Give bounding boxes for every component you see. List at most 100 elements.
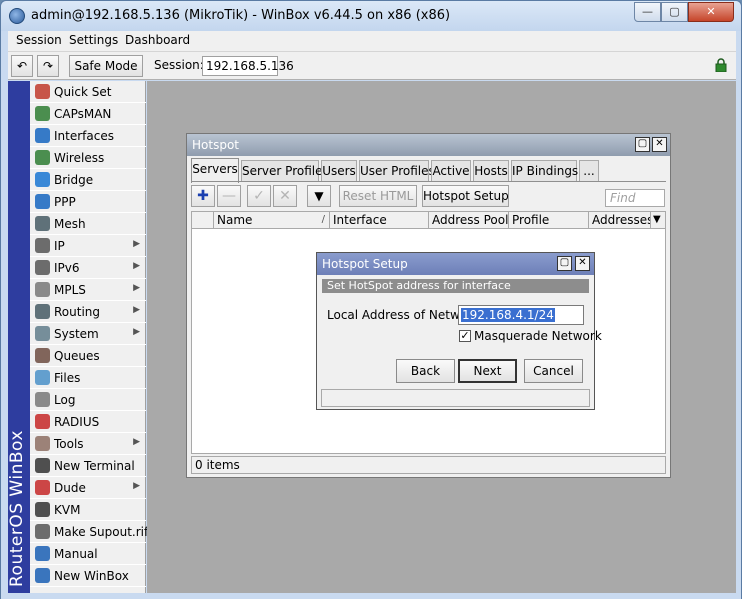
- help-icon: [35, 546, 50, 561]
- sidebar-item-capsman[interactable]: CAPsMAN: [30, 103, 146, 125]
- tab-users[interactable]: Users: [321, 160, 357, 182]
- tab-servers[interactable]: Servers: [191, 158, 239, 183]
- submenu-arrow-icon: ▶: [133, 481, 140, 491]
- menu-settings[interactable]: Settings: [69, 33, 118, 47]
- sidebar-item-label: PPP: [54, 194, 76, 209]
- setup-title-bar[interactable]: Hotspot Setup ▢ ✕: [317, 253, 594, 275]
- tools-icon: [35, 436, 50, 451]
- column-name[interactable]: Name /: [213, 212, 329, 229]
- dude-icon: [35, 480, 50, 495]
- table-header: Name / Interface Address Pool Profile Ad…: [192, 212, 665, 229]
- hotspot-close-button[interactable]: ✕: [652, 137, 667, 152]
- masquerade-checkbox[interactable]: ✓: [459, 330, 471, 342]
- column-profile[interactable]: Profile: [508, 212, 588, 229]
- sidebar-item-label: CAPsMAN: [54, 106, 112, 121]
- undo-button[interactable]: ↶: [11, 55, 33, 77]
- sidebar-item-quick-set[interactable]: Quick Set: [30, 81, 146, 103]
- column-address-pool[interactable]: Address Pool: [428, 212, 508, 229]
- menu-session[interactable]: Session: [16, 33, 62, 47]
- column-select[interactable]: [192, 212, 213, 229]
- hotspot-restore-button[interactable]: ▢: [635, 137, 650, 152]
- terminal-icon: [35, 458, 50, 473]
- safe-mode-button[interactable]: Safe Mode: [69, 55, 143, 77]
- sidebar-item-ip[interactable]: IP ▶: [30, 235, 146, 257]
- submenu-arrow-icon: ▶: [133, 327, 140, 337]
- sidebar-item-wireless[interactable]: Wireless: [30, 147, 146, 169]
- gear-icon: [35, 326, 50, 341]
- enable-icon[interactable]: ✓: [247, 185, 271, 207]
- main-toolbar: ↶ ↷ Safe Mode Session: 192.168.5.136: [8, 52, 736, 80]
- maximize-button[interactable]: ▢: [661, 2, 688, 22]
- minimize-button[interactable]: —: [634, 2, 661, 22]
- sidebar-item-tools[interactable]: Tools ▶: [30, 433, 146, 455]
- sidebar-item-interfaces[interactable]: Interfaces: [30, 125, 146, 147]
- local-address-input[interactable]: 192.168.4.1/24: [458, 305, 584, 325]
- sidebar-item-new-winbox[interactable]: New WinBox: [30, 565, 146, 587]
- sidebar-item-radius[interactable]: RADIUS: [30, 411, 146, 433]
- sidebar-item-kvm[interactable]: KVM: [30, 499, 146, 521]
- setup-restore-button[interactable]: ▢: [557, 256, 572, 271]
- menu-bar: Session Settings Dashboard: [8, 31, 736, 52]
- column-name-label: Name: [217, 213, 253, 227]
- sidebar-item-label: MPLS: [54, 282, 86, 297]
- tab-separator: [191, 181, 666, 182]
- ipv6-icon: [35, 260, 50, 275]
- window-title: admin@192.168.5.136 (MikroTik) - WinBox …: [31, 8, 451, 23]
- find-input[interactable]: Find: [605, 189, 665, 207]
- sidebar-item-make-supout-rif[interactable]: Make Supout.rif: [30, 521, 149, 543]
- redo-button[interactable]: ↷: [37, 55, 59, 77]
- sidebar-item-label: Make Supout.rif: [54, 524, 149, 539]
- sidebar-item-routing[interactable]: Routing ▶: [30, 301, 146, 323]
- sidebar-item-label: Mesh: [54, 216, 86, 231]
- title-bar[interactable]: admin@192.168.5.136 (MikroTik) - WinBox …: [1, 1, 741, 31]
- sidebar-item-log[interactable]: Log: [30, 389, 146, 411]
- sidebar-item-bridge[interactable]: Bridge: [30, 169, 146, 191]
- sidebar-item-dude[interactable]: Dude ▶: [30, 477, 146, 499]
- ppp-icon: [35, 194, 50, 209]
- tab-ip-bindings[interactable]: IP Bindings: [511, 160, 578, 182]
- cancel-button[interactable]: Cancel: [524, 359, 583, 383]
- hotspot-title-bar[interactable]: Hotspot ▢ ✕: [187, 134, 670, 156]
- kvm-icon: [35, 502, 50, 517]
- sidebar-item-label: Wireless: [54, 150, 105, 165]
- submenu-arrow-icon: ▶: [133, 305, 140, 315]
- column-interface[interactable]: Interface: [329, 212, 428, 229]
- tab-user-profiles[interactable]: User Profiles: [359, 160, 435, 182]
- tab-server-profiles[interactable]: Server Profiles: [241, 160, 329, 182]
- back-button[interactable]: Back: [396, 359, 455, 383]
- tab-more[interactable]: ...: [579, 160, 599, 182]
- tab-hosts[interactable]: Hosts: [473, 160, 509, 182]
- routeros-winbox-brand: RouterOS WinBox: [8, 81, 30, 593]
- column-addresses[interactable]: Addresses ...: [588, 212, 650, 229]
- hotspot-setup-button[interactable]: Hotspot Setup: [422, 185, 509, 207]
- sidebar-item-system[interactable]: System ▶: [30, 323, 146, 345]
- next-button[interactable]: Next: [458, 359, 517, 383]
- tab-active[interactable]: Active: [431, 160, 471, 182]
- columns-dropdown-icon[interactable]: ▼: [650, 212, 665, 229]
- quick-set-icon: [35, 84, 50, 99]
- remove-icon[interactable]: —: [217, 185, 241, 207]
- setup-close-button[interactable]: ✕: [575, 256, 590, 271]
- sidebar-item-label: System: [54, 326, 99, 341]
- sidebar-item-label: New Terminal: [54, 458, 135, 473]
- menu-dashboard[interactable]: Dashboard: [125, 33, 190, 47]
- sidebar-item-label: Queues: [54, 348, 100, 363]
- local-address-value: 192.168.4.1/24: [461, 308, 555, 322]
- sidebar-item-queues[interactable]: Queues: [30, 345, 146, 367]
- reset-html-button[interactable]: Reset HTML: [339, 185, 417, 207]
- disable-icon[interactable]: ✕: [273, 185, 297, 207]
- sidebar-item-ipv6[interactable]: IPv6 ▶: [30, 257, 146, 279]
- sidebar-item-mesh[interactable]: Mesh: [30, 213, 146, 235]
- folder-icon: [35, 370, 50, 385]
- session-field[interactable]: 192.168.5.136: [202, 56, 294, 76]
- sidebar-item-new-terminal[interactable]: New Terminal: [30, 455, 146, 477]
- sidebar-item-mpls[interactable]: MPLS ▶: [30, 279, 146, 301]
- close-button[interactable]: ✕: [688, 2, 734, 22]
- ip-icon: [35, 238, 50, 253]
- sidebar-item-files[interactable]: Files: [30, 367, 146, 389]
- sidebar-item-manual[interactable]: Manual: [30, 543, 146, 565]
- sidebar-item-ppp[interactable]: PPP: [30, 191, 146, 213]
- filter-icon[interactable]: ▼: [307, 185, 331, 207]
- add-icon[interactable]: ✚: [191, 185, 215, 207]
- setup-title: Hotspot Setup: [322, 257, 408, 271]
